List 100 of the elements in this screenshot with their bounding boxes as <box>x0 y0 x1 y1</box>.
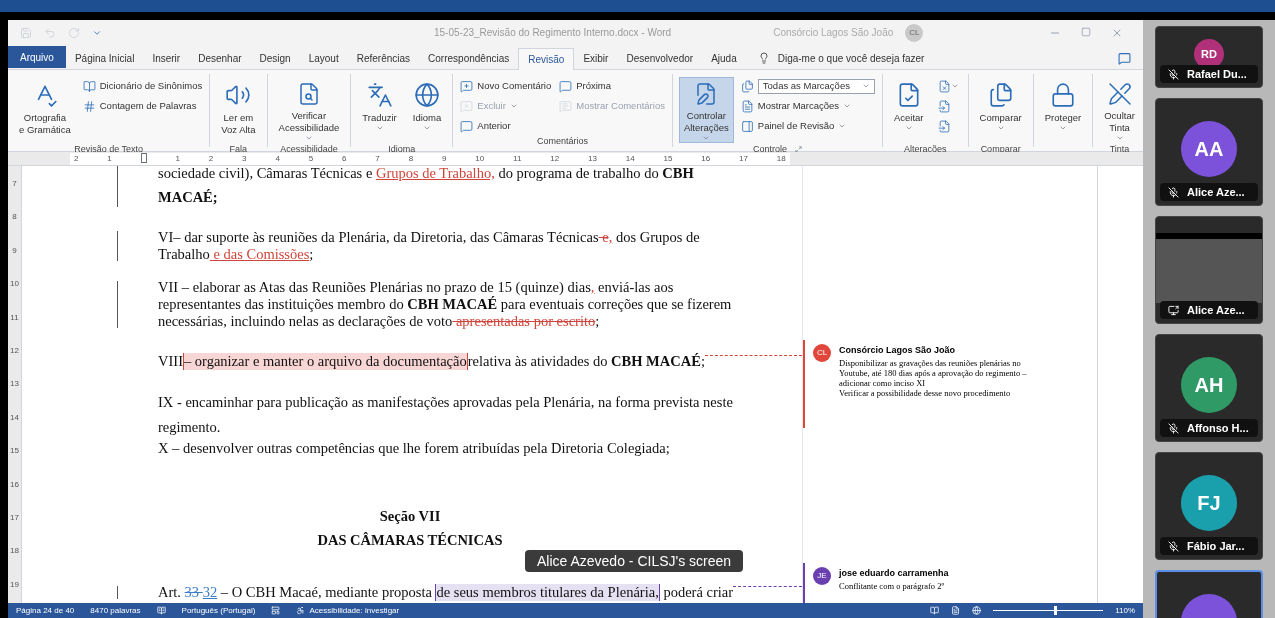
document-text: necessárias, incluindo nelas as declarações de voto <box>158 313 453 330</box>
deleted-text: 33 <box>184 584 201 601</box>
ribbon-tab[interactable]: Desenhar <box>189 47 251 69</box>
language-status[interactable]: Português (Portugal) <box>181 604 256 617</box>
ruler-number: 9 <box>442 152 447 165</box>
ribbon-button[interactable]: Ocultar Tinta <box>1099 77 1140 143</box>
ruler-number: 12 <box>10 345 19 358</box>
ribbon-button[interactable]: Anterior <box>459 117 553 135</box>
restore-icon[interactable] <box>1081 26 1091 37</box>
ribbon-button[interactable]: Ortografia e Gramática <box>14 77 76 143</box>
document-text: DAS CÂMARAS TÉCNICAS <box>317 532 503 549</box>
web-layout-icon[interactable] <box>972 606 982 615</box>
ribbon-tab[interactable]: Exibir <box>574 47 618 69</box>
participant-tile[interactable]: AH Affonso H... <box>1155 334 1263 442</box>
ruler-number: 7 <box>375 152 380 165</box>
dropdown-icon <box>843 102 852 110</box>
document-text: VIII <box>158 353 183 370</box>
ribbon-button[interactable]: Traduzir <box>357 77 402 143</box>
participant-tile[interactable]: AA Alice Aze... <box>1155 98 1263 206</box>
participant-tile[interactable]: RD Rafael Du... <box>1155 26 1263 88</box>
document-text: IX - encaminhar para publicação as manifestações aprovadas pela Plenária, na forma prevista neste <box>158 393 733 412</box>
ribbon-button[interactable]: Ler em Voz Alta <box>216 77 261 143</box>
screen-share-label: Alice Azevedo - CILSJ's screen <box>525 550 744 572</box>
ruler-number: 1 <box>175 152 180 165</box>
ribbon-tab[interactable]: Desenvolvedor <box>617 47 703 69</box>
accessibility-status[interactable]: Acessibilidade: investigar <box>296 604 400 617</box>
zoom-percent[interactable]: 110% <box>1115 604 1135 617</box>
layout-icon[interactable] <box>271 606 281 615</box>
proofing-icon[interactable] <box>156 606 166 615</box>
ribbon-button[interactable]: Idioma <box>407 77 447 143</box>
document-text: enviá-las aos <box>597 279 674 296</box>
avatar: AA <box>1181 121 1237 177</box>
ribbon-tab[interactable]: Referências <box>347 47 420 69</box>
pen-off-icon <box>1106 82 1133 106</box>
ribbon-tab[interactable]: Ajuda <box>702 47 746 69</box>
ruler-number: 14 <box>625 152 635 165</box>
file-tab[interactable]: Arquivo <box>8 46 66 68</box>
mic-off-icon <box>1168 68 1179 80</box>
ribbon-button[interactable]: Painel de Revisão <box>739 117 876 135</box>
documents-icon <box>740 79 754 93</box>
ribbon-button[interactable]: Dicionário de Sinônimos <box>81 77 204 95</box>
zoom-thumb[interactable] <box>1053 606 1057 615</box>
window-title: 15-05-23_Revisão do Regimento Interno.docx - Word <box>434 26 672 40</box>
document-text: regimento. <box>158 418 221 437</box>
participant-name: Rafael Du... <box>1160 65 1258 83</box>
ribbon-tab[interactable]: Correspondências <box>419 47 519 69</box>
read-mode-icon[interactable] <box>930 606 940 615</box>
document-text: CBH MACAÉ <box>611 353 701 370</box>
dropdown-icon <box>375 124 384 132</box>
account-avatar[interactable]: CL <box>905 23 924 42</box>
dropdown-icon <box>950 82 959 90</box>
dropdown-icon <box>861 82 870 90</box>
document-arrow-icon <box>937 119 951 133</box>
ribbon-tab[interactable]: Inserir <box>143 47 190 69</box>
document-text: CBH MACAÉ <box>407 296 498 313</box>
document-text: poderá criar <box>662 584 734 601</box>
tell-me-field[interactable]: Diga-me o que você deseja fazer <box>777 50 998 66</box>
ribbon-button[interactable]: Aceitar <box>888 77 929 143</box>
comment-delete-icon <box>460 99 474 113</box>
document-text: representantes das instituições membro do <box>158 296 405 313</box>
ribbon-button[interactable]: Novo Comentário <box>459 77 553 95</box>
ribbon-button[interactable]: Comparar <box>974 77 1027 143</box>
avatar: FJ <box>1181 475 1237 531</box>
ribbon-tab[interactable]: Layout <box>299 47 348 69</box>
account-name: Consórcio Lagos São João <box>773 26 894 40</box>
document-text: ; <box>309 246 314 263</box>
participant-name: Fábio Jar... <box>1160 537 1258 555</box>
ribbon-button[interactable]: Mostrar Marcações <box>739 97 876 115</box>
dialog-launcher-icon[interactable] <box>794 146 802 154</box>
document-text: VI– dar suporte às reuniões da Plenária, da Diretoria, das Câmaras Técnicas <box>158 229 599 246</box>
comment-text-icon <box>559 99 573 113</box>
ribbon-tab[interactable]: Revisão <box>518 48 575 70</box>
mic-off-icon <box>1168 186 1179 198</box>
word-count[interactable]: 8470 palavras <box>90 604 141 617</box>
ribbon-button[interactable]: Contagem de Palavras <box>81 97 204 115</box>
indent-marker-icon[interactable] <box>140 152 147 163</box>
ribbon-tab[interactable]: Design <box>250 47 300 69</box>
ribbon-button[interactable]: Controlar Alterações <box>678 77 734 143</box>
ribbon-button[interactable]: Verificar Acessibilidade <box>273 77 345 143</box>
dropdown-icon <box>838 122 847 130</box>
ruler-number: 13 <box>10 378 19 391</box>
document-text: do programa de trabalho do <box>497 166 660 183</box>
globe-icon <box>414 82 441 108</box>
book-icon <box>82 79 96 93</box>
page-count[interactable]: Página 24 de 40 <box>16 604 75 617</box>
dropdown-icon <box>423 124 432 132</box>
ribbon-button[interactable]: Proteger <box>1039 77 1087 143</box>
document-text: sociedade civil), Câmaras Técnicas e <box>158 166 374 183</box>
avatar: AH <box>1181 357 1237 413</box>
participant-tile[interactable]: FJ Fábio Jar... <box>1155 452 1263 560</box>
participant-tile[interactable]: Alice Aze... <box>1155 216 1263 324</box>
panel-icon <box>740 119 754 133</box>
comments-icon[interactable] <box>1118 52 1131 65</box>
ribbon-button[interactable]: Próxima <box>558 77 666 95</box>
lock-icon <box>1050 82 1076 108</box>
print-layout-icon[interactable] <box>951 606 961 615</box>
document-text: dos Grupos de <box>614 229 700 246</box>
ribbon-tab[interactable]: Página Inicial <box>65 47 144 69</box>
documents-icon <box>987 82 1014 108</box>
ruler-number: 16 <box>701 152 711 165</box>
